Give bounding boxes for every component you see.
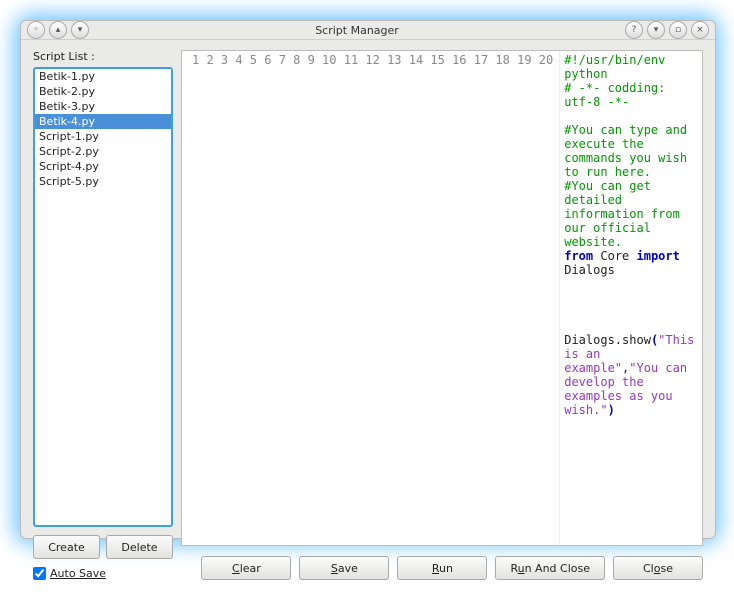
menu-icon[interactable]: ◦ xyxy=(27,21,45,39)
maximize-icon[interactable]: ▫ xyxy=(669,21,687,39)
line-gutter: 1 2 3 4 5 6 7 8 9 10 11 12 13 14 15 16 1… xyxy=(182,51,560,545)
list-item[interactable]: Script-1.py xyxy=(35,129,171,144)
window-title: Script Manager xyxy=(315,24,399,37)
minimize-icon[interactable]: ▾ xyxy=(647,21,665,39)
script-manager-window: ◦ ▴ ▾ Script Manager ? ▾ ▫ × Script List… xyxy=(20,20,716,539)
create-button[interactable]: Create xyxy=(33,535,100,559)
down-icon[interactable]: ▾ xyxy=(71,21,89,39)
up-icon[interactable]: ▴ xyxy=(49,21,67,39)
list-item[interactable]: Script-2.py xyxy=(35,144,171,159)
save-button[interactable]: Save xyxy=(299,556,389,580)
titlebar: ◦ ▴ ▾ Script Manager ? ▾ ▫ × xyxy=(21,21,715,40)
run-and-close-button[interactable]: Run And Close xyxy=(495,556,605,580)
autosave-label: Auto Save xyxy=(50,567,106,580)
delete-button[interactable]: Delete xyxy=(106,535,173,559)
run-button[interactable]: Run xyxy=(397,556,487,580)
list-item[interactable]: Betik-4.py xyxy=(35,114,171,129)
code-editor[interactable]: 1 2 3 4 5 6 7 8 9 10 11 12 13 14 15 16 1… xyxy=(181,50,703,546)
close-button[interactable]: Close xyxy=(613,556,703,580)
list-item[interactable]: Script-5.py xyxy=(35,174,171,189)
script-list[interactable]: Betik-1.pyBetik-2.pyBetik-3.pyBetik-4.py… xyxy=(33,67,173,527)
code-content[interactable]: #!/usr/bin/env python# -*- codding: utf-… xyxy=(560,51,702,545)
autosave-input[interactable] xyxy=(33,567,46,580)
list-item[interactable]: Betik-3.py xyxy=(35,99,171,114)
list-item[interactable]: Betik-2.py xyxy=(35,84,171,99)
list-item[interactable]: Betik-1.py xyxy=(35,69,171,84)
help-icon[interactable]: ? xyxy=(625,21,643,39)
list-item[interactable]: Script-4.py xyxy=(35,159,171,174)
script-list-label: Script List : xyxy=(33,50,173,63)
clear-button[interactable]: Clear xyxy=(201,556,291,580)
close-icon[interactable]: × xyxy=(691,21,709,39)
autosave-checkbox[interactable]: Auto Save xyxy=(33,567,173,580)
